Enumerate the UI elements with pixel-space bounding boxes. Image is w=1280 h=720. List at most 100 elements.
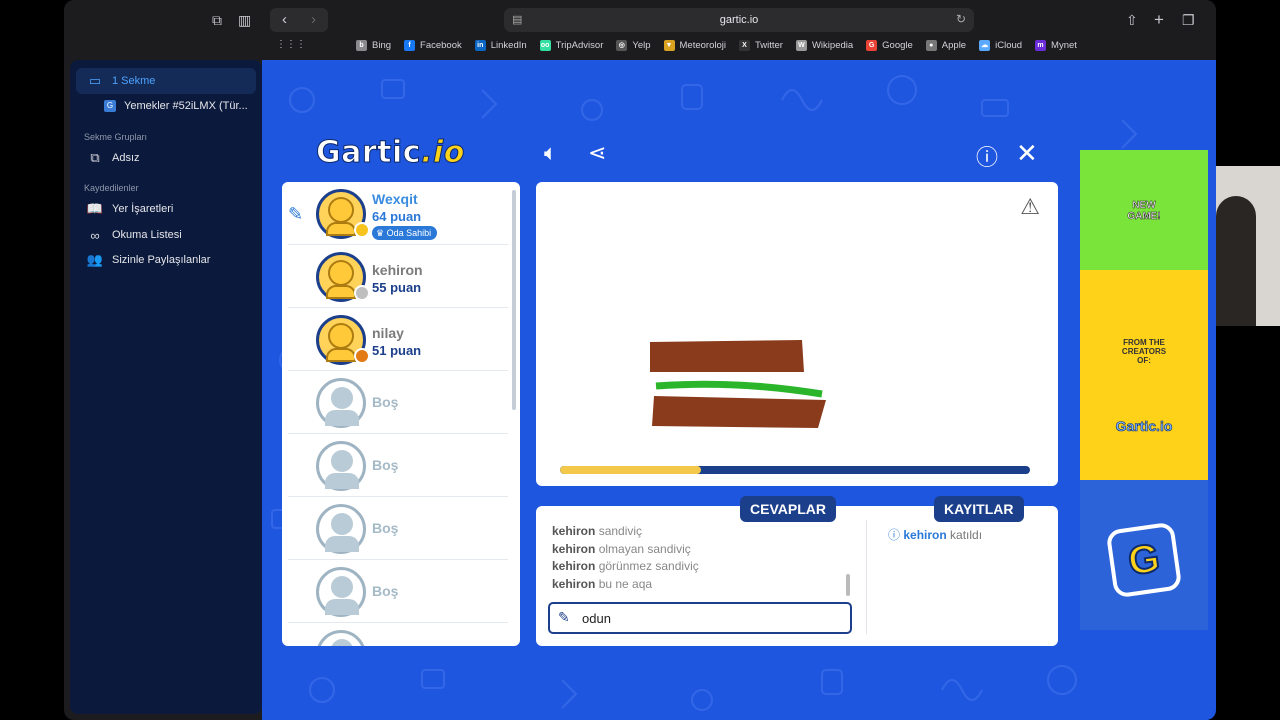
- sidebar-item-label: Yer İşaretleri: [112, 203, 174, 215]
- sidebar-tab-entry[interactable]: G Yemekler #52iLMX (Tür...: [104, 96, 248, 116]
- yelp-icon: ◎: [616, 40, 628, 51]
- logo-text: Gartic: [315, 135, 422, 171]
- answer-input[interactable]: [582, 608, 842, 628]
- drawing-bread-top: [650, 340, 804, 372]
- bookmark-apple[interactable]: ● Apple: [925, 40, 966, 51]
- forward-button[interactable]: ›: [299, 8, 328, 32]
- info-icon: ⓘ: [888, 528, 901, 542]
- sidebar-group-item[interactable]: ⧉ Adsız: [86, 148, 139, 168]
- laptop-icon: ▭: [88, 73, 102, 88]
- sidebar-item-reading-list[interactable]: ∞ Okuma Listesi: [86, 225, 181, 245]
- bookmark-meteoroloji[interactable]: ▼ Meteoroloji: [663, 40, 726, 51]
- new-tab-icon[interactable]: +: [1154, 10, 1164, 30]
- close-icon[interactable]: ✕: [1016, 138, 1038, 169]
- status-dot: [354, 348, 370, 364]
- log-text: katıldı: [950, 528, 983, 542]
- bookmark-icloud[interactable]: ☁ iCloud: [979, 40, 1022, 51]
- sidebar-tab-title: Yemekler #52iLMX (Tür...: [124, 100, 248, 112]
- wikipedia-icon: W: [795, 40, 807, 51]
- sidebar-item-shared[interactable]: 👥 Sizinle Paylaşılanlar: [86, 250, 211, 270]
- gartic-logo[interactable]: Gartic.io: [315, 135, 464, 171]
- facebook-icon: f: [404, 40, 416, 51]
- bookmark-label: Mynet: [1051, 40, 1077, 51]
- answers-scrollbar[interactable]: [846, 574, 850, 596]
- icloud-icon: ☁: [979, 40, 991, 51]
- gartic-favicon-icon: G: [104, 100, 116, 112]
- log-user: kehiron: [903, 528, 947, 542]
- empty-avatar: [316, 378, 366, 428]
- empty-slot: [288, 623, 508, 646]
- advertisement-banner[interactable]: NEW GAME! FROM THE CREATORS OF: Gartic.i…: [1080, 150, 1208, 630]
- speaker-icon[interactable]: 🔈︎: [544, 140, 557, 166]
- badge-label: Oda Sahibi: [386, 228, 432, 238]
- tab-overview-icon[interactable]: ❐: [1182, 12, 1195, 29]
- new-tab-group-icon[interactable]: ⧉: [212, 12, 222, 29]
- bookmark-label: TripAdvisor: [555, 40, 604, 51]
- bookmark-facebook[interactable]: f Facebook: [404, 40, 462, 51]
- player-name: nilay: [372, 325, 404, 341]
- bookmark-yelp[interactable]: ◎ Yelp: [616, 40, 651, 51]
- browser-window: ⧉ ▥ ‹ › ▤ gartic.io ↻ ⇧ + ❐ ⋮⋮⋮ b Bing f Fa…: [64, 0, 1216, 720]
- bing-icon: b: [356, 40, 367, 51]
- room-owner-badge: ♛ Oda Sahibi: [372, 226, 438, 240]
- people-icon: 👥: [86, 252, 104, 267]
- bookmark-linkedin[interactable]: in LinkedIn: [474, 40, 527, 51]
- browser-sidebar: ▭ 1 Sekme G Yemekler #52iLMX (Tür... Sek…: [70, 60, 262, 714]
- linkedin-icon: in: [474, 40, 486, 51]
- address-bar[interactable]: ▤ gartic.io ↻: [504, 8, 974, 32]
- screen: ⧉ ▥ ‹ › ▤ gartic.io ↻ ⇧ + ❐ ⋮⋮⋮ b Bing f Fa…: [0, 0, 1280, 720]
- bookmark-label: LinkedIn: [490, 40, 527, 51]
- answer-text: bu ne aqa: [598, 576, 653, 591]
- player-row[interactable]: kehiron 55 puan: [288, 245, 508, 308]
- info-icon[interactable]: ⓘ: [976, 140, 998, 172]
- back-button[interactable]: ‹: [270, 8, 299, 32]
- google-icon: G: [866, 40, 878, 51]
- player-row[interactable]: ✎ Wexqit 64 puan ♛ Oda Sahibi: [288, 182, 508, 245]
- bookmark-google[interactable]: G Google: [866, 40, 913, 51]
- answer-input-box[interactable]: ✎: [548, 602, 852, 634]
- drawing-canvas[interactable]: ⚠: [536, 182, 1058, 486]
- share-icon[interactable]: ⇧: [1126, 12, 1138, 29]
- player-list-scrollbar[interactable]: [512, 190, 516, 410]
- pencil-icon: ✎: [558, 609, 570, 625]
- player-name: kehiron: [372, 262, 423, 278]
- empty-slot-label: Boş: [372, 520, 399, 536]
- tab-answers[interactable]: CEVAPLAR: [740, 496, 836, 522]
- player-name: Wexqit: [372, 191, 418, 207]
- meteoroloji-icon: ▼: [663, 40, 675, 51]
- answer-text: sandiviç: [598, 524, 643, 538]
- sidebar-item-bookmarks[interactable]: 📖 Yer İşaretleri: [86, 199, 173, 219]
- answer-text: görünmez sandiviç: [598, 559, 699, 573]
- share-network-icon[interactable]: ⋖: [588, 140, 606, 166]
- drawing-pencil-icon: ✎: [288, 204, 304, 224]
- player-score: 55 puan: [372, 280, 422, 295]
- list-item: kehiron olmayan sandiviç: [552, 542, 852, 560]
- player-row[interactable]: nilay 51 puan: [288, 308, 508, 371]
- sidebar-tabs-item[interactable]: ▭ 1 Sekme: [86, 71, 156, 91]
- sidebar-toggle-icon[interactable]: ▥: [238, 12, 251, 29]
- player-list: ✎ Wexqit 64 puan ♛ Oda Sahibi kehiron 55…: [282, 182, 520, 646]
- bookmark-mynet[interactable]: m Mynet: [1035, 40, 1077, 51]
- empty-slot-label: Boş: [372, 394, 399, 410]
- answer-text: olmayan sandiviç: [598, 541, 691, 556]
- bookmark-twitter[interactable]: X Twitter: [738, 40, 783, 51]
- sandwich-drawing: [650, 340, 826, 428]
- list-item: kehiron görünmez sandiviç: [552, 559, 852, 577]
- empty-slot: Boş: [288, 560, 508, 623]
- answer-user: kehiron: [552, 576, 596, 591]
- chat-divider: [866, 520, 867, 634]
- bookmark-bing[interactable]: b Bing: [356, 40, 391, 51]
- tab-logs[interactable]: KAYITLAR: [934, 496, 1024, 522]
- player-score: 64 puan: [372, 209, 422, 224]
- reload-icon[interactable]: ↻: [956, 12, 966, 26]
- nav-buttons: ‹ ›: [270, 8, 328, 32]
- empty-slot: Boş: [288, 371, 508, 434]
- url-text: gartic.io: [719, 14, 759, 26]
- answer-user: kehiron: [552, 524, 596, 538]
- grid-icon[interactable]: ⋮⋮⋮: [276, 39, 306, 50]
- bookmark-tripadvisor[interactable]: oo TripAdvisor: [539, 40, 604, 51]
- bookmark-label: Bing: [372, 40, 392, 51]
- webcam-overlay: [1216, 166, 1280, 326]
- bookmark-wikipedia[interactable]: W Wikipedia: [795, 40, 853, 51]
- bookmark-label: Google: [882, 40, 913, 51]
